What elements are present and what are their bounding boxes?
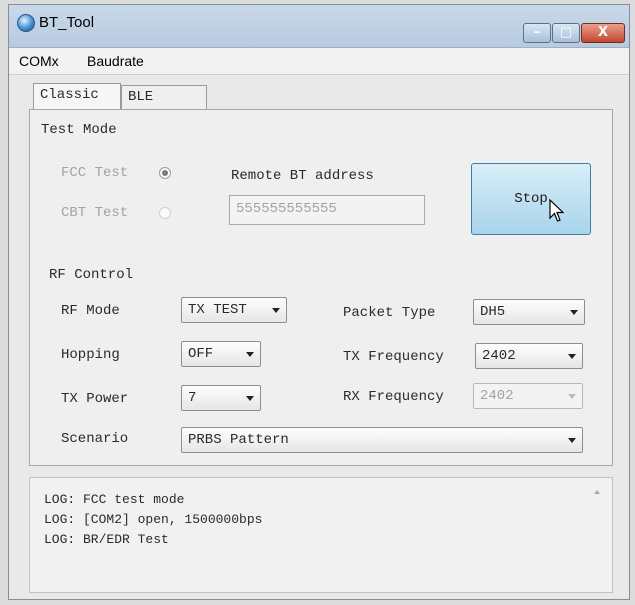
menu-baudrate[interactable]: Baudrate — [87, 53, 144, 69]
fcc-test-label: FCC Test — [61, 165, 129, 181]
tx-power-select[interactable]: 7 — [181, 385, 261, 411]
scenario-value: PRBS Pattern — [188, 432, 289, 448]
tx-frequency-value: 2402 — [482, 348, 516, 364]
app-icon — [17, 14, 35, 32]
rf-mode-label: RF Mode — [61, 303, 120, 319]
scenario-label: Scenario — [61, 431, 129, 447]
hopping-value: OFF — [188, 346, 214, 362]
rf-control-heading: RF Control — [49, 267, 134, 283]
log-line: LOG: FCC test mode — [44, 492, 185, 507]
rf-mode-value: TX TEST — [188, 302, 247, 318]
title-bar[interactable]: BT_Tool – □ X — [9, 5, 629, 48]
dropdown-arrow-icon — [246, 352, 254, 357]
remote-bt-address-label: Remote BT address — [231, 168, 374, 184]
dropdown-arrow-icon — [568, 438, 576, 443]
dropdown-arrow-icon — [568, 394, 576, 399]
maximize-button[interactable]: □ — [552, 23, 580, 43]
fcc-test-radio[interactable] — [159, 167, 171, 179]
minimize-icon: – — [533, 25, 541, 40]
minimize-button[interactable]: – — [523, 23, 551, 43]
maximize-icon: □ — [559, 25, 573, 40]
hopping-label: Hopping — [61, 347, 120, 363]
cbt-test-radio[interactable] — [159, 207, 171, 219]
menu-bar: COMx Baudrate — [9, 48, 629, 75]
cbt-test-label: CBT Test — [61, 205, 129, 221]
dropdown-arrow-icon — [246, 396, 254, 401]
dropdown-arrow-icon — [568, 354, 576, 359]
scroll-up-icon[interactable] — [594, 490, 600, 494]
dropdown-arrow-icon — [570, 310, 578, 315]
rf-mode-select[interactable]: TX TEST — [181, 297, 287, 323]
tx-power-value: 7 — [188, 390, 197, 406]
window-title: BT_Tool — [39, 14, 95, 31]
packet-type-value: DH5 — [480, 304, 506, 320]
tab-classic[interactable]: Classic — [33, 83, 121, 109]
packet-type-label: Packet Type — [343, 305, 436, 321]
rx-frequency-value: 2402 — [480, 388, 514, 404]
log-line: LOG: [COM2] open, 1500000bps — [44, 512, 263, 527]
log-line: LOG: BR/EDR Test — [44, 532, 169, 547]
rx-frequency-label: RX Frequency — [343, 389, 444, 405]
scenario-select[interactable]: PRBS Pattern — [181, 427, 583, 453]
log-area[interactable]: LOG: FCC test mode LOG: [COM2] open, 150… — [29, 477, 613, 593]
tab-ble[interactable]: BLE — [121, 85, 207, 109]
tx-frequency-label: TX Frequency — [343, 349, 444, 365]
dropdown-arrow-icon — [272, 308, 280, 313]
close-icon: X — [597, 25, 609, 40]
test-mode-heading: Test Mode — [41, 122, 117, 138]
packet-type-select[interactable]: DH5 — [473, 299, 585, 325]
tx-frequency-select[interactable]: 2402 — [475, 343, 583, 369]
rx-frequency-select[interactable]: 2402 — [473, 383, 583, 409]
remote-bt-address-field[interactable]: 555555555555 — [229, 195, 425, 225]
mouse-cursor-icon — [549, 199, 565, 222]
stop-button[interactable]: Stop — [471, 163, 591, 235]
menu-comx[interactable]: COMx — [19, 53, 59, 69]
app-window: BT_Tool – □ X COMx Baudrate Classic BLE … — [8, 4, 630, 600]
hopping-select[interactable]: OFF — [181, 341, 261, 367]
tx-power-label: TX Power — [61, 391, 129, 407]
close-button[interactable]: X — [581, 23, 625, 43]
